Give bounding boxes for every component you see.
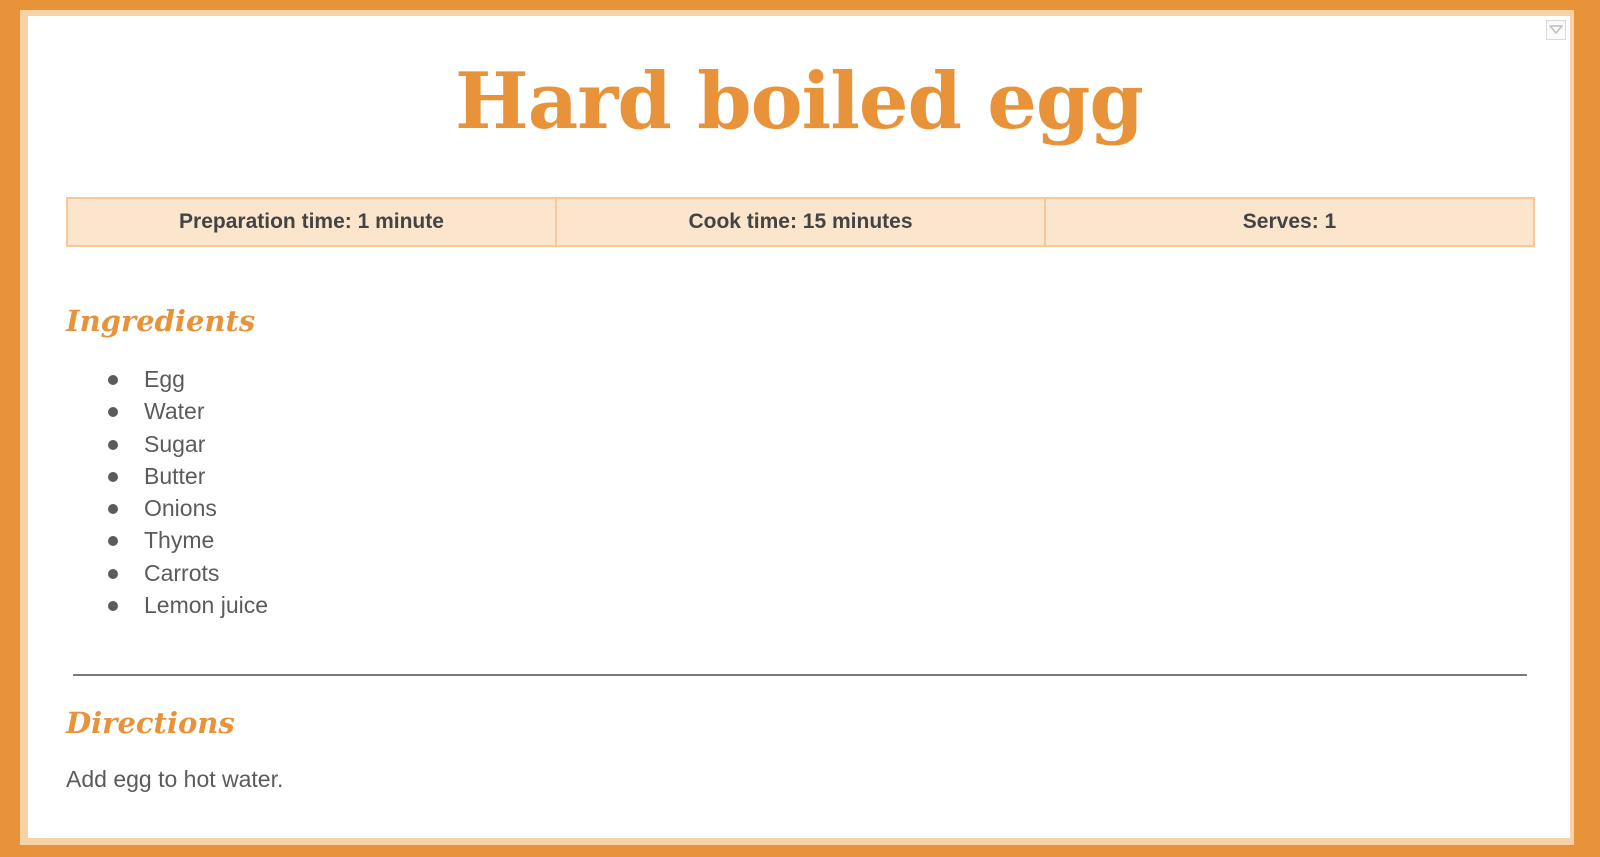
ingredient-label: Thyme (144, 527, 215, 554)
bullet-icon (108, 439, 118, 450)
ingredients-heading: Ingredients (66, 304, 256, 338)
list-item: Egg (66, 363, 268, 395)
cook-time: Cook time: 15 minutes (555, 199, 1044, 245)
list-item: Butter (66, 460, 268, 492)
list-item: Carrots (66, 557, 268, 589)
bullet-icon (108, 471, 118, 482)
recipe-title: Hard boiled egg (455, 56, 1144, 147)
ingredient-label: Carrots (144, 559, 220, 586)
list-item: Lemon juice (66, 589, 268, 621)
ingredient-label: Lemon juice (144, 592, 269, 619)
chevron-down-icon (1549, 25, 1563, 34)
bullet-icon (108, 375, 118, 385)
directions-heading: Directions (66, 706, 235, 740)
bullet-icon (108, 536, 118, 547)
section-divider (73, 674, 1527, 676)
list-item: Onions (66, 492, 268, 524)
list-item: Sugar (66, 428, 268, 460)
directions-text: Add egg to hot water. (66, 766, 284, 792)
serves: Serves: 1 (1044, 199, 1533, 245)
bullet-icon (108, 504, 118, 515)
ingredient-label: Onions (144, 495, 217, 522)
ingredient-label: Sugar (144, 430, 206, 457)
recipe-info-bar: Preparation time: 1 minute Cook time: 15… (66, 197, 1535, 247)
ingredients-list: Egg Water Sugar Butter Onions Thyme Carr… (66, 363, 268, 621)
prep-time: Preparation time: 1 minute (179, 210, 444, 233)
bullet-icon (108, 601, 118, 612)
list-item: Water (66, 395, 268, 427)
ingredient-label: Butter (144, 462, 206, 489)
ingredient-label: Water (144, 398, 205, 425)
corner-menu-button[interactable] (1546, 20, 1566, 40)
bullet-icon (108, 568, 118, 579)
bullet-icon (108, 407, 118, 418)
ingredient-label: Egg (144, 366, 185, 392)
list-item: Thyme (66, 524, 268, 556)
